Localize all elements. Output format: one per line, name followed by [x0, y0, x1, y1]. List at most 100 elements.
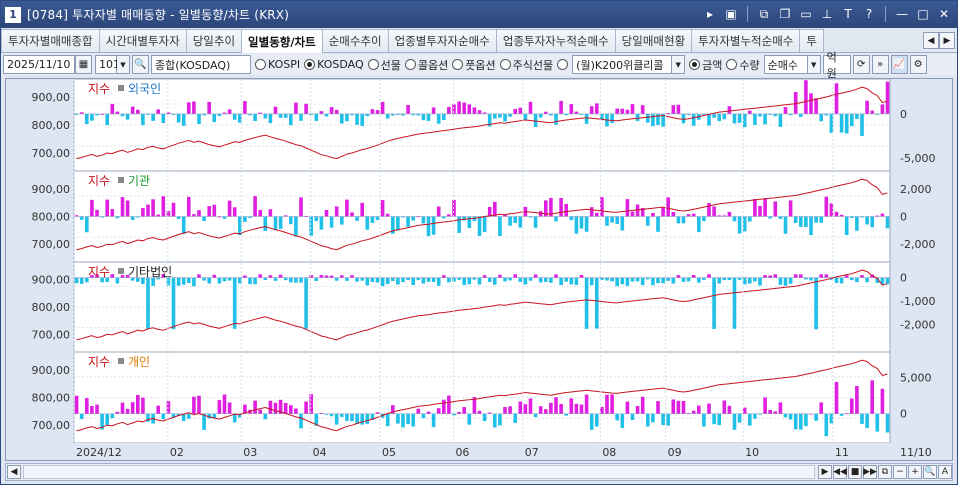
search-icon[interactable]: 🔍	[132, 55, 149, 74]
fast-forward-icon[interactable]: ▶▶	[863, 465, 877, 479]
investor-flow-chart[interactable]: 900,00 800,00 700,00 0 -5,000 지수 외국인 900,00 800,…	[6, 79, 952, 460]
tab-prev-icon[interactable]: ◀	[923, 32, 939, 49]
radio-kospi[interactable]: KOSPI	[255, 58, 300, 71]
radio-call-option[interactable]: 콜옵션	[404, 57, 448, 73]
stop-icon[interactable]: ■	[848, 465, 862, 479]
flow-bar	[345, 277, 349, 281]
flow-bar	[406, 413, 410, 425]
tab-sector-cumulative[interactable]: 업종투자자누적순매수	[495, 29, 616, 52]
flow-bar	[691, 410, 696, 414]
window-split-icon[interactable]: ⧉	[878, 465, 892, 479]
flow-bar	[421, 216, 426, 224]
tab-overflow[interactable]: 투	[799, 29, 824, 52]
date-input[interactable]: 2025/11/10	[3, 55, 75, 74]
tab-net-buy-trend[interactable]: 순매수추이	[321, 29, 389, 52]
product-dropdown-icon[interactable]: ▼	[672, 55, 686, 74]
radio-kosdaq[interactable]: KOSDAQ	[304, 58, 364, 71]
flow-bar	[809, 277, 813, 281]
radio-stock-futures[interactable]: 주식선물	[499, 57, 553, 73]
flow-bar	[737, 113, 742, 123]
flow-bar	[375, 216, 380, 220]
chart-toggle-icon[interactable]: 📈	[890, 55, 908, 74]
flow-bar	[95, 404, 99, 414]
flow-bar	[278, 216, 283, 229]
legend-index: 지수	[88, 174, 110, 188]
type-select[interactable]: 순매수	[763, 55, 808, 74]
code-input[interactable]: 101	[95, 55, 120, 74]
flow-bar	[345, 199, 349, 217]
scroll-track[interactable]	[23, 465, 815, 479]
close-icon[interactable]: ✕	[935, 5, 953, 23]
flow-bar	[294, 277, 298, 283]
scroll-left-icon[interactable]: ◀	[7, 465, 21, 479]
flow-bar	[115, 277, 120, 284]
flow-bar	[462, 102, 466, 114]
play-icon[interactable]: ▸	[701, 5, 719, 23]
tab-next-icon[interactable]: ▶	[939, 32, 955, 49]
tab-sector-net-buy[interactable]: 업종별투자자순매수	[387, 29, 497, 52]
flow-bar	[141, 113, 145, 126]
flow-bar	[74, 395, 79, 414]
product-select[interactable]: (월)K200위클리콜	[572, 55, 673, 74]
flow-bar	[768, 410, 772, 414]
scroll-right-icon[interactable]: ▶	[818, 465, 832, 479]
tab-daily-chart[interactable]: 일별동향/차트	[241, 29, 323, 53]
help-icon[interactable]: ?	[860, 5, 878, 23]
flow-bar	[635, 277, 640, 282]
flow-bar	[187, 102, 191, 114]
next-page-icon[interactable]: »	[871, 55, 889, 74]
pin-icon[interactable]: ⊥	[818, 5, 836, 23]
radio-product[interactable]	[557, 59, 570, 70]
flow-bar	[691, 113, 696, 126]
chart-panel[interactable]: 900,00 800,00 700,00 0 -5,000 지수 외국인 900,00 800,…	[5, 78, 953, 461]
radio-label: 수량	[739, 58, 760, 72]
tab-hourly-investor[interactable]: 시간대별투자자	[98, 29, 187, 52]
window-number-badge[interactable]: 1	[5, 6, 21, 23]
radio-put-option[interactable]: 풋옵션	[452, 57, 496, 73]
flow-bar	[727, 106, 732, 114]
settings-gear-icon[interactable]: ⚙	[909, 55, 927, 74]
flow-bar	[855, 277, 859, 283]
code-dropdown-icon[interactable]: ▼	[117, 55, 130, 74]
flow-bar	[166, 210, 171, 217]
flow-bar	[268, 113, 273, 124]
rewind-icon[interactable]: ◀◀	[833, 465, 847, 479]
radio-futures[interactable]: 선물	[367, 57, 401, 73]
flow-bar	[294, 216, 298, 237]
zoom-in-icon[interactable]: +	[908, 465, 922, 479]
flow-bar	[197, 210, 201, 217]
type-dropdown-icon[interactable]: ▼	[807, 55, 821, 74]
copy-icon[interactable]: ❐	[776, 5, 794, 23]
market-field[interactable]: 종합(KOSDAQ)	[151, 55, 251, 74]
window-icon[interactable]: ▭	[797, 5, 815, 23]
calendar-icon[interactable]: ▦	[75, 55, 92, 74]
window-title: [0784] 투자자별 매매동향 - 일별동향/차트 (KRX)	[27, 8, 290, 22]
minimize-icon[interactable]: —	[893, 5, 911, 23]
link-icon[interactable]: ⧉	[755, 5, 773, 23]
magnifier-icon[interactable]: 🔍	[923, 465, 937, 479]
flow-bar	[610, 277, 614, 282]
legend-investor: 개인	[128, 355, 150, 369]
font-icon[interactable]: T	[839, 5, 857, 23]
flow-bar	[773, 201, 778, 217]
flow-bar	[880, 213, 885, 217]
flow-bar	[151, 199, 155, 217]
flow-bar	[778, 402, 783, 414]
tab-investor-cumulative[interactable]: 투자자별누적순매수	[691, 29, 801, 52]
maximize-icon[interactable]: □	[914, 5, 932, 23]
tab-daily-trading[interactable]: 당일매매현황	[614, 29, 693, 52]
tab-investor-summary[interactable]: 투자자별매매종합	[1, 29, 100, 52]
radio-quantity[interactable]: 수량	[726, 57, 760, 73]
tab-intraday-trend[interactable]: 당일추이	[185, 29, 243, 52]
zoom-out-icon[interactable]: −	[893, 465, 907, 479]
memo-icon[interactable]: ▣	[722, 5, 740, 23]
radio-amount[interactable]: 금액	[689, 57, 722, 73]
title-bar[interactable]: 1 [0784] 투자자별 매매동향 - 일별동향/차트 (KRX) ▸ ▣ ⧉…	[1, 1, 957, 28]
flow-bar	[345, 413, 349, 421]
index-tick-label: 700,00	[32, 147, 71, 160]
refresh-icon[interactable]: ⟳	[852, 55, 870, 74]
flow-bar	[125, 408, 130, 414]
text-tool-icon[interactable]: A	[938, 465, 952, 479]
flow-bar	[161, 413, 166, 420]
flow-bar	[350, 413, 354, 422]
